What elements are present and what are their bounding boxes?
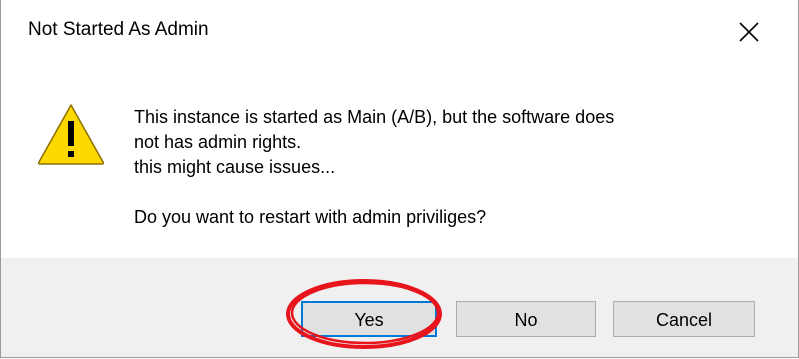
warning-icon bbox=[37, 104, 105, 165]
message-dialog: Not Started As Admin This instance is st… bbox=[0, 0, 799, 358]
message-spacer bbox=[134, 180, 774, 205]
message-question: Do you want to restart with admin privil… bbox=[134, 207, 487, 227]
message-text: This instance is started as Main (A/B), … bbox=[134, 105, 774, 230]
message-line: not has admin rights. bbox=[134, 132, 302, 152]
yes-button[interactable]: Yes bbox=[301, 301, 437, 337]
close-icon bbox=[739, 22, 759, 42]
no-button[interactable]: No bbox=[456, 301, 596, 337]
title-bar: Not Started As Admin bbox=[1, 0, 798, 64]
window-title: Not Started As Admin bbox=[28, 19, 209, 40]
close-button[interactable] bbox=[723, 10, 775, 54]
button-bar: Yes No Cancel bbox=[1, 258, 798, 357]
dialog-content: This instance is started as Main (A/B), … bbox=[1, 64, 798, 258]
message-line: this might cause issues... bbox=[134, 157, 336, 177]
message-line: This instance is started as Main (A/B), … bbox=[134, 107, 615, 127]
cancel-button[interactable]: Cancel bbox=[613, 301, 755, 337]
